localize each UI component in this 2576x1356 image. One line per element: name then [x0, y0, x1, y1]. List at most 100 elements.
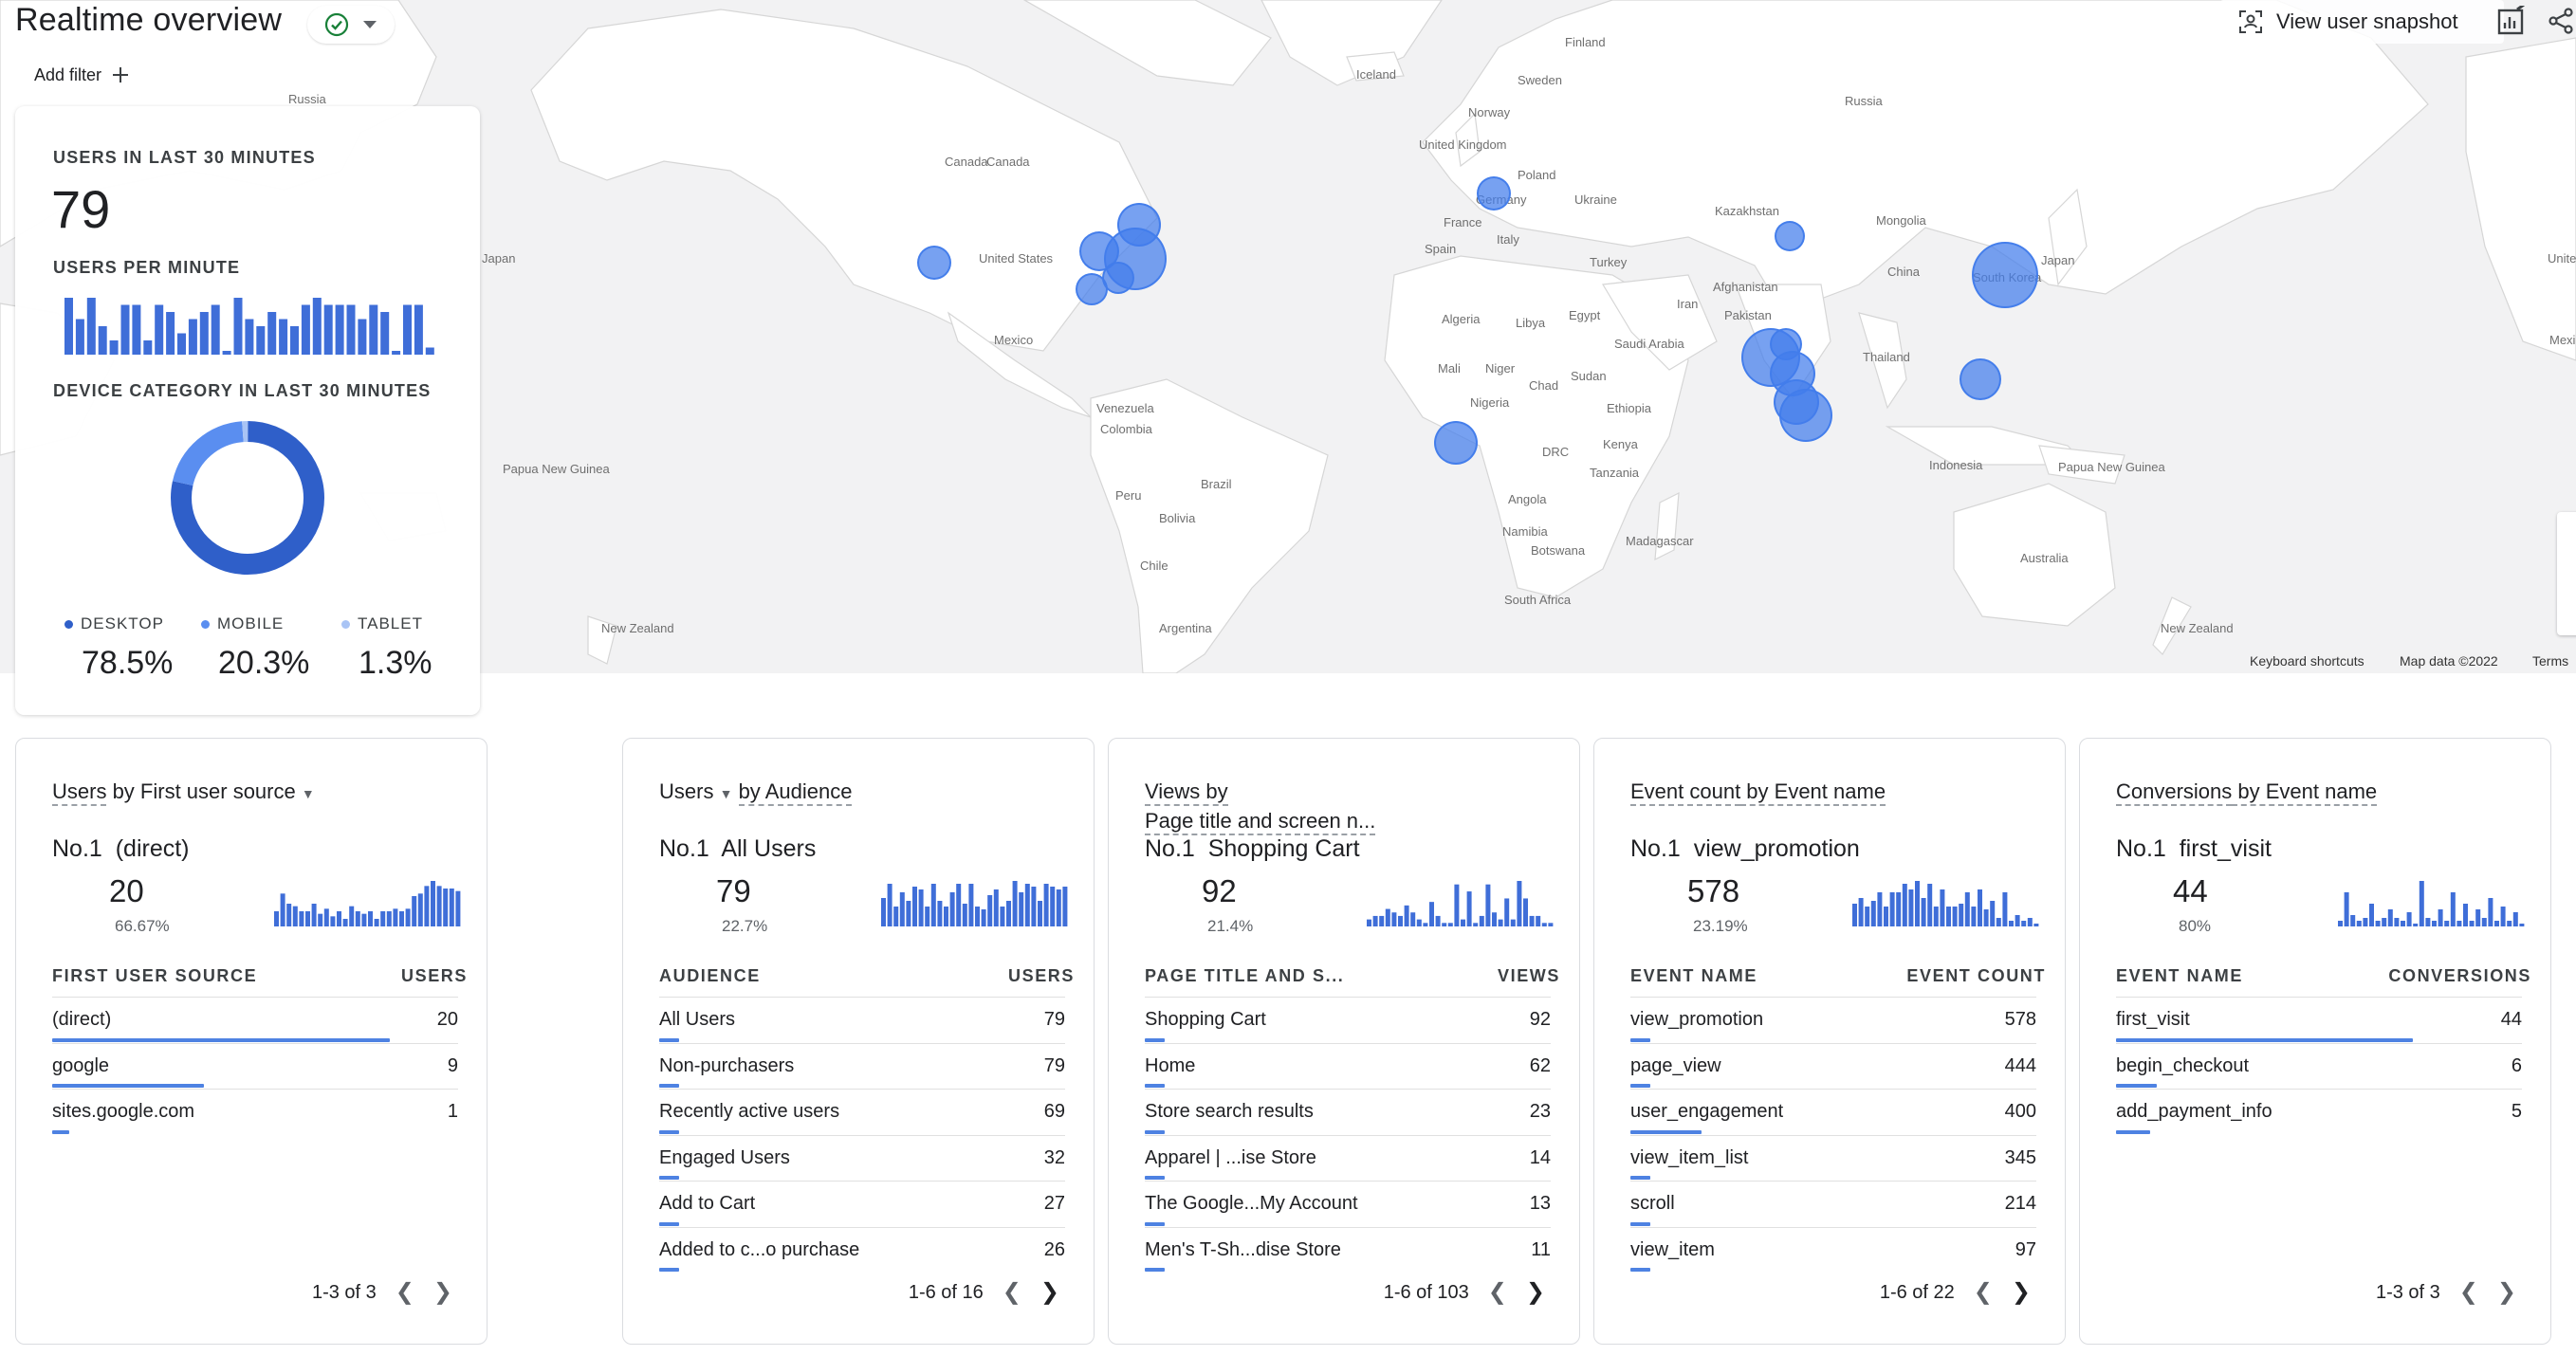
customize-report-icon[interactable] [2496, 6, 2527, 36]
minute-bar[interactable] [245, 319, 254, 356]
sparkline-bar[interactable] [1933, 907, 1939, 926]
minute-bar[interactable] [86, 298, 96, 355]
sparkline-bar[interactable] [912, 887, 917, 926]
minute-bar[interactable] [403, 304, 412, 356]
table-row[interactable]: begin_checkout 6 [2116, 1042, 2522, 1090]
sparkline-bar[interactable] [1062, 887, 1068, 926]
sparkline-bar[interactable] [1852, 904, 1857, 926]
card-sparkline[interactable] [1852, 879, 2042, 926]
sparkline-bar[interactable] [2015, 915, 2020, 926]
table-row[interactable]: All Users 79 [659, 997, 1065, 1043]
table-row[interactable]: Shopping Cart 92 [1145, 997, 1551, 1043]
sparkline-bar[interactable] [1442, 923, 1447, 926]
sparkline-bar[interactable] [918, 889, 924, 926]
sparkline-bar[interactable] [2432, 921, 2437, 926]
table-row[interactable]: sites.google.com 1 [52, 1089, 458, 1135]
column-header-dimension[interactable]: AUDIENCE [659, 966, 761, 986]
table-row[interactable]: view_item_list 345 [1630, 1134, 2036, 1182]
sparkline-bar[interactable] [1385, 908, 1390, 926]
minute-bar[interactable] [380, 312, 390, 355]
sparkline-bar[interactable] [2401, 921, 2405, 926]
sparkline-bar[interactable] [2344, 892, 2349, 926]
minute-bar[interactable] [369, 304, 378, 356]
chevron-right-icon[interactable]: ❯ [2497, 1281, 2516, 1304]
sparkline-bar[interactable] [2488, 898, 2493, 926]
sparkline-bar[interactable] [968, 884, 974, 926]
sparkline-bar[interactable] [1877, 892, 1883, 926]
sparkline-bar[interactable] [455, 890, 461, 926]
minute-bar[interactable] [392, 351, 401, 355]
sparkline-bar[interactable] [1889, 892, 1895, 926]
sparkline-bar[interactable] [286, 904, 292, 926]
minute-bar[interactable] [279, 319, 288, 356]
map-bubble-thailand[interactable] [1960, 358, 2001, 400]
minute-bar[interactable] [233, 298, 243, 355]
sparkline-bar[interactable] [1379, 915, 1385, 926]
device-donut-chart[interactable] [169, 419, 326, 577]
chevron-left-icon[interactable]: ❮ [1003, 1281, 1021, 1304]
sparkline-bar[interactable] [2375, 921, 2381, 926]
sparkline-bar[interactable] [1447, 923, 1453, 926]
sparkline-bar[interactable] [930, 884, 936, 926]
status-dropdown[interactable] [307, 6, 395, 44]
card-sparkline[interactable] [881, 879, 1071, 926]
sparkline-bar[interactable] [443, 889, 449, 926]
minute-bar[interactable] [143, 340, 153, 355]
minute-bar[interactable] [335, 304, 344, 356]
card-metric-label[interactable]: Users [52, 779, 107, 806]
sparkline-bar[interactable] [1391, 912, 1397, 926]
sparkline-bar[interactable] [1908, 889, 1914, 926]
minute-bar[interactable] [414, 304, 423, 356]
table-row[interactable]: Men's T-Sh...dise Store 11 [1145, 1226, 1551, 1274]
map-keyboard-shortcuts-link[interactable]: Keyboard shortcuts [2250, 653, 2364, 669]
table-row[interactable]: Added to c...o purchase 26 [659, 1226, 1065, 1274]
sparkline-bar[interactable] [2363, 918, 2368, 926]
column-header-dimension[interactable]: EVENT NAME [1630, 966, 1757, 986]
column-header-dimension[interactable]: EVENT NAME [2116, 966, 2243, 986]
sparkline-bar[interactable] [1043, 884, 1049, 926]
sparkline-bar[interactable] [993, 889, 999, 926]
sparkline-bar[interactable] [1946, 907, 1951, 926]
sparkline-bar[interactable] [1038, 901, 1042, 926]
map-bubble-us-west[interactable] [917, 246, 951, 280]
map-bubble-nigeria[interactable] [1434, 421, 1478, 465]
card-metric-label[interactable]: Conversions [2116, 779, 2233, 806]
minute-bar[interactable] [177, 333, 186, 356]
sparkline-bar[interactable] [2438, 909, 2443, 926]
sparkline-bar[interactable] [1915, 881, 1920, 926]
minute-bar[interactable] [256, 326, 266, 355]
sparkline-bar[interactable] [380, 911, 386, 926]
chevron-down-icon[interactable]: ▼ [302, 786, 315, 801]
table-row[interactable]: The Google...My Account 13 [1145, 1181, 1551, 1227]
sparkline-bar[interactable] [2512, 912, 2518, 926]
sparkline-bar[interactable] [2394, 918, 2400, 926]
sparkline-bar[interactable] [1529, 915, 1535, 926]
sparkline-bar[interactable] [2456, 921, 2462, 926]
sparkline-bar[interactable] [1479, 915, 1484, 926]
table-row[interactable]: view_promotion 578 [1630, 997, 2036, 1043]
chevron-left-icon[interactable]: ❮ [1974, 1281, 1993, 1304]
table-row[interactable]: (direct) 20 [52, 997, 458, 1043]
sparkline-bar[interactable] [1473, 923, 1479, 926]
sparkline-bar[interactable] [1006, 901, 1011, 926]
sparkline-bar[interactable] [2444, 921, 2450, 926]
minute-bar[interactable] [301, 304, 310, 356]
sparkline-bar[interactable] [981, 909, 986, 926]
sparkline-bar[interactable] [399, 911, 404, 926]
sparkline-bar[interactable] [1858, 898, 1864, 926]
sparkline-bar[interactable] [337, 911, 341, 926]
chevron-down-icon[interactable]: ▼ [720, 786, 733, 801]
sparkline-bar[interactable] [355, 911, 360, 926]
table-row[interactable]: Home 62 [1145, 1042, 1551, 1090]
minute-bar[interactable] [98, 326, 107, 355]
sparkline-bar[interactable] [2469, 921, 2475, 926]
sparkline-bar[interactable] [962, 904, 967, 926]
sparkline-bar[interactable] [1461, 919, 1465, 926]
sparkline-bar[interactable] [975, 907, 980, 926]
sparkline-bar[interactable] [431, 881, 435, 926]
sparkline-bar[interactable] [1050, 887, 1056, 926]
sparkline-bar[interactable] [1498, 919, 1503, 926]
sparkline-bar[interactable] [887, 884, 892, 926]
table-row[interactable]: view_item 97 [1630, 1226, 2036, 1274]
sparkline-bar[interactable] [2033, 924, 2039, 926]
